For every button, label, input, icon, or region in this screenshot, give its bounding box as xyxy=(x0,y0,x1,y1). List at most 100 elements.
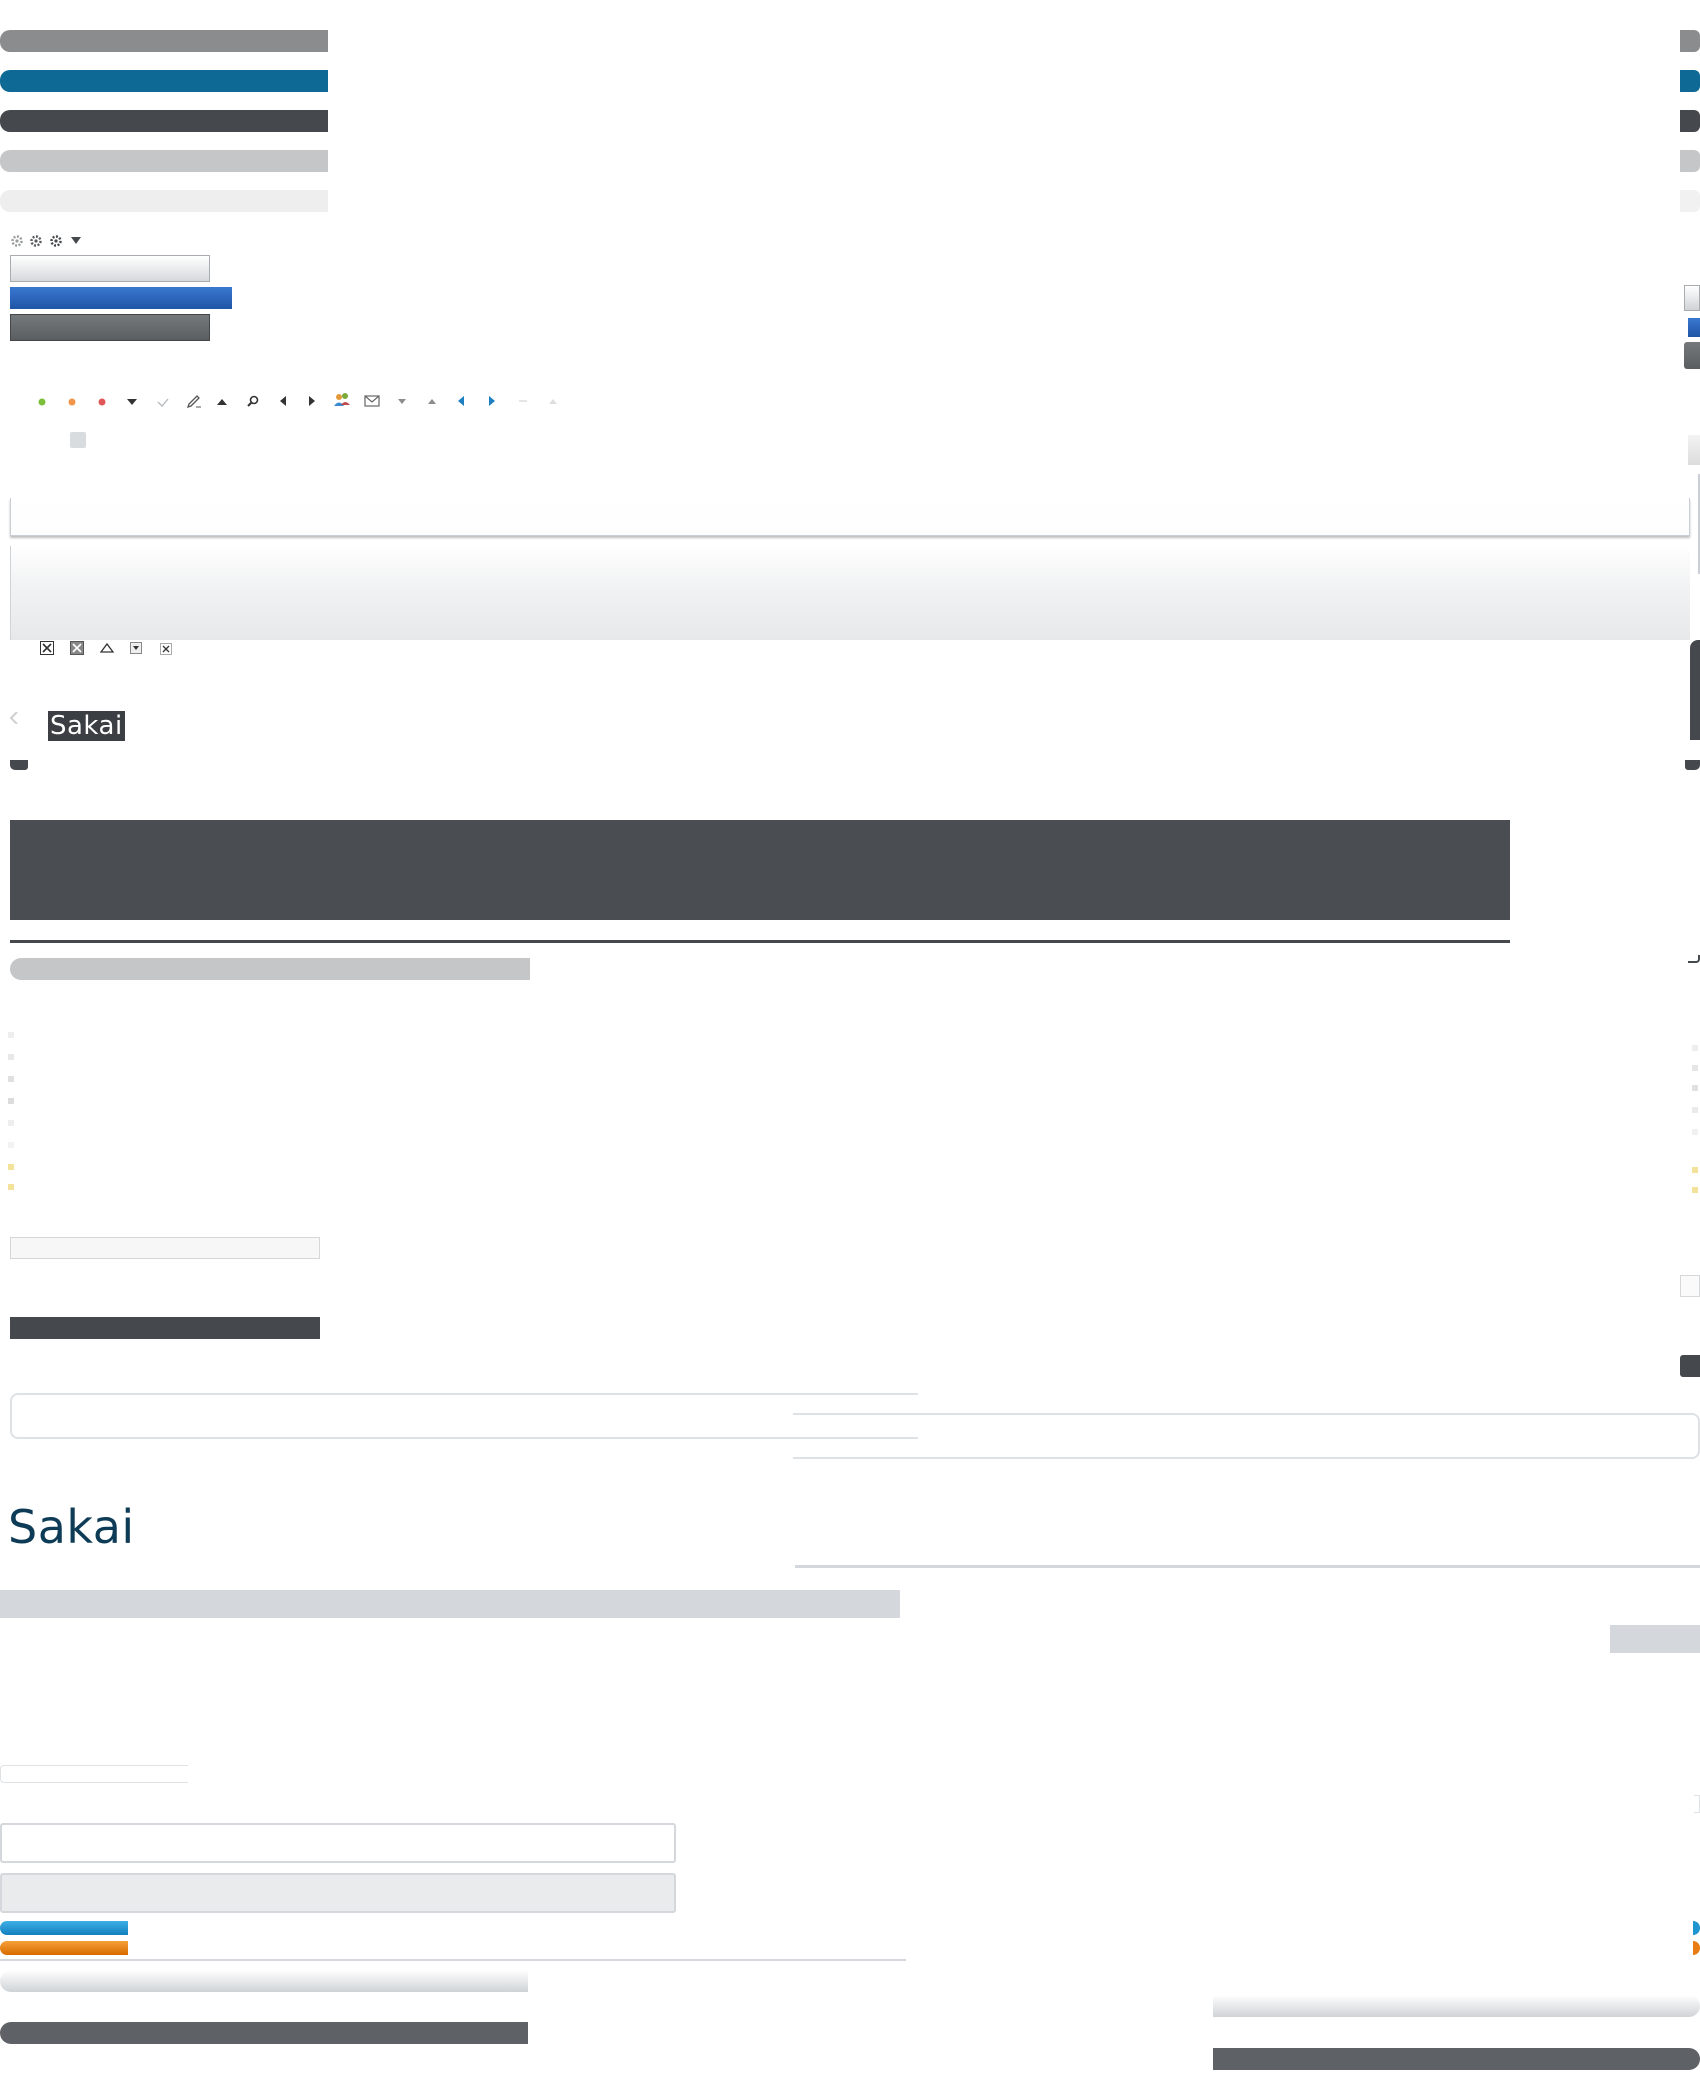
sprite-bar-verylight-right xyxy=(1680,190,1700,212)
close-box-filled-icon[interactable] xyxy=(70,641,84,655)
status-dot-green-icon xyxy=(38,398,46,406)
faint-marker-yellow xyxy=(1692,1187,1698,1193)
faint-marker xyxy=(1692,1045,1698,1051)
gear-icon-row xyxy=(10,234,90,250)
chevron-left-icon[interactable] xyxy=(10,712,18,724)
caret-up-icon[interactable] xyxy=(217,398,227,406)
status-dot-orange-icon xyxy=(68,398,76,406)
sprite-bar-lightgray-right xyxy=(1680,150,1700,172)
input-panel[interactable] xyxy=(10,498,1690,536)
dash-icon xyxy=(519,400,527,403)
progress-bar-cyan xyxy=(0,1921,128,1935)
sprite-bar-gray-right xyxy=(1680,30,1700,52)
pill-light-left xyxy=(0,1970,528,1992)
dark-banner xyxy=(10,820,1510,920)
faint-marker-yellow xyxy=(8,1164,14,1170)
thin-outline-input[interactable] xyxy=(0,1765,188,1783)
faint-marker-column-right xyxy=(1692,1045,1700,1235)
dropdown-box-icon[interactable] xyxy=(130,642,142,654)
tab-cap-left xyxy=(10,760,28,770)
button-state-dark[interactable] xyxy=(10,314,210,341)
slate-bar-cap xyxy=(1610,1625,1700,1653)
banner-corner-right xyxy=(1688,955,1700,963)
arrow-right-blue-icon[interactable] xyxy=(488,396,496,406)
outline-box-left xyxy=(10,1393,918,1439)
faint-marker xyxy=(8,1098,14,1104)
thin-outline-cap xyxy=(1694,1795,1700,1813)
divider-right xyxy=(795,1565,1700,1568)
small-checkbox[interactable] xyxy=(1680,1275,1700,1297)
right-dark-edge xyxy=(1690,640,1700,740)
arrow-right-icon[interactable] xyxy=(308,396,316,406)
slate-bar xyxy=(0,1590,900,1618)
arrow-left-icon[interactable] xyxy=(279,396,287,406)
pill-dark-left xyxy=(0,2022,528,2044)
search-icon[interactable] xyxy=(247,395,259,407)
faint-marker xyxy=(8,1142,14,1148)
caret-down-icon[interactable] xyxy=(127,398,137,406)
progress-bar-orange-cap xyxy=(1693,1941,1700,1955)
sakai-logo-large-text: Sakai xyxy=(8,1500,135,1554)
users-icon[interactable] xyxy=(333,392,351,408)
window-controls-row xyxy=(40,641,180,657)
sprite-bar-blue-right xyxy=(1680,70,1700,92)
faint-marker xyxy=(1692,1129,1698,1135)
checkmark-icon xyxy=(157,398,169,408)
caret-down-icon[interactable] xyxy=(70,236,82,246)
gear-icon[interactable] xyxy=(49,234,63,248)
sprite-bar-lightgray-left xyxy=(0,150,328,172)
arrow-left-blue-icon[interactable] xyxy=(457,396,465,406)
button-state-primary-cap xyxy=(1688,318,1700,337)
small-bar-dark xyxy=(10,1317,320,1339)
progress-track xyxy=(10,958,530,980)
faint-marker xyxy=(8,1032,14,1038)
faint-marker xyxy=(8,1120,14,1126)
faint-marker-yellow xyxy=(1692,1167,1698,1173)
caret-up-faint-icon xyxy=(549,399,557,405)
small-bar-dark-cap xyxy=(1680,1355,1700,1377)
gear-icon[interactable] xyxy=(29,234,43,248)
faint-marker-yellow xyxy=(8,1184,14,1190)
outline-box-right xyxy=(793,1413,1700,1459)
scroll-cap-right xyxy=(1688,435,1700,465)
input-panel-right-cap xyxy=(1690,474,1700,574)
faint-marker xyxy=(8,1054,14,1060)
faint-marker xyxy=(1692,1065,1698,1071)
faint-marker xyxy=(8,1076,14,1082)
pill-light-right xyxy=(1213,1995,1700,2017)
sakai-logo-dark-text: Sakai xyxy=(48,711,125,741)
small-square-swatch xyxy=(70,432,86,448)
close-small-icon[interactable] xyxy=(160,643,172,655)
sprite-bar-verylight-left xyxy=(0,190,328,212)
button-state-default-cap xyxy=(1684,285,1700,311)
sprite-bar-gray-left xyxy=(0,30,328,52)
sprite-bar-dark-right xyxy=(1680,110,1700,132)
faint-marker-column xyxy=(8,1032,18,1222)
button-state-default[interactable] xyxy=(10,255,210,282)
pill-dark-right xyxy=(1213,2048,1700,2070)
caret-up-small-icon[interactable] xyxy=(428,399,436,405)
progress-bar-cyan-cap xyxy=(1693,1921,1700,1935)
separator-line xyxy=(0,1959,906,1961)
caret-down-small-icon[interactable] xyxy=(398,399,406,405)
status-dot-red-icon xyxy=(98,398,106,406)
collapse-up-icon[interactable] xyxy=(100,642,114,654)
toolbar-icon-row xyxy=(36,392,576,412)
header-gradient-panel xyxy=(10,546,1690,640)
envelope-icon[interactable] xyxy=(364,395,380,407)
gear-icon[interactable] xyxy=(10,234,24,248)
close-box-icon[interactable] xyxy=(40,641,54,655)
button-state-primary[interactable] xyxy=(10,287,232,309)
pencil-icon[interactable] xyxy=(186,395,202,409)
banner-underline xyxy=(10,940,1510,943)
faint-marker xyxy=(1692,1107,1698,1113)
faint-marker xyxy=(1692,1085,1698,1091)
sprite-bar-blue-left xyxy=(0,70,328,92)
sakai-logo-large: Sakai xyxy=(8,1500,135,1554)
sprite-bar-dark-left xyxy=(0,110,328,132)
button-state-dark-cap xyxy=(1684,342,1700,369)
sakai-logo-dark: Sakai xyxy=(48,710,125,742)
small-input-light[interactable] xyxy=(10,1237,320,1259)
text-input-box-filled[interactable] xyxy=(0,1873,676,1913)
text-input-box[interactable] xyxy=(0,1823,676,1863)
